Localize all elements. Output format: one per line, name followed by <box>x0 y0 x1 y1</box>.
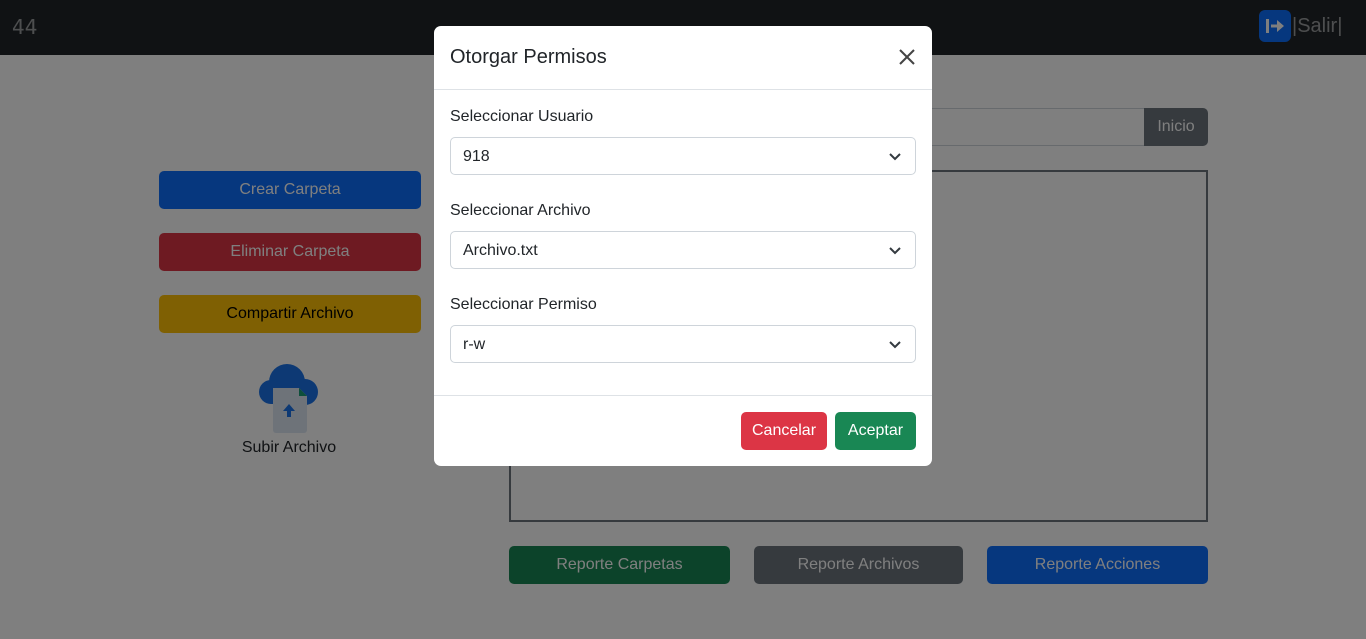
permission-select-value: r-w <box>463 336 486 353</box>
file-select-label: Seleccionar Archivo <box>450 202 591 219</box>
file-select[interactable]: Archivo.txt <box>450 231 916 269</box>
user-select[interactable]: 918 <box>450 137 916 175</box>
chevron-down-icon <box>889 247 901 255</box>
modal-footer: Cancelar Aceptar <box>434 395 932 467</box>
modal-title: Otorgar Permisos <box>450 46 607 68</box>
chevron-down-icon <box>889 153 901 161</box>
modal-header: Otorgar Permisos <box>434 26 932 90</box>
accept-button[interactable]: Aceptar <box>835 412 916 450</box>
permission-select-label: Seleccionar Permiso <box>450 296 597 313</box>
permission-select[interactable]: r-w <box>450 325 916 363</box>
chevron-down-icon <box>889 341 901 349</box>
file-select-value: Archivo.txt <box>463 242 538 259</box>
grant-permissions-modal: Otorgar Permisos Seleccionar Usuario 918… <box>434 26 932 466</box>
user-select-label: Seleccionar Usuario <box>450 108 594 125</box>
close-icon[interactable] <box>896 46 918 68</box>
user-select-value: 918 <box>463 148 490 165</box>
cancel-button[interactable]: Cancelar <box>741 412 827 450</box>
